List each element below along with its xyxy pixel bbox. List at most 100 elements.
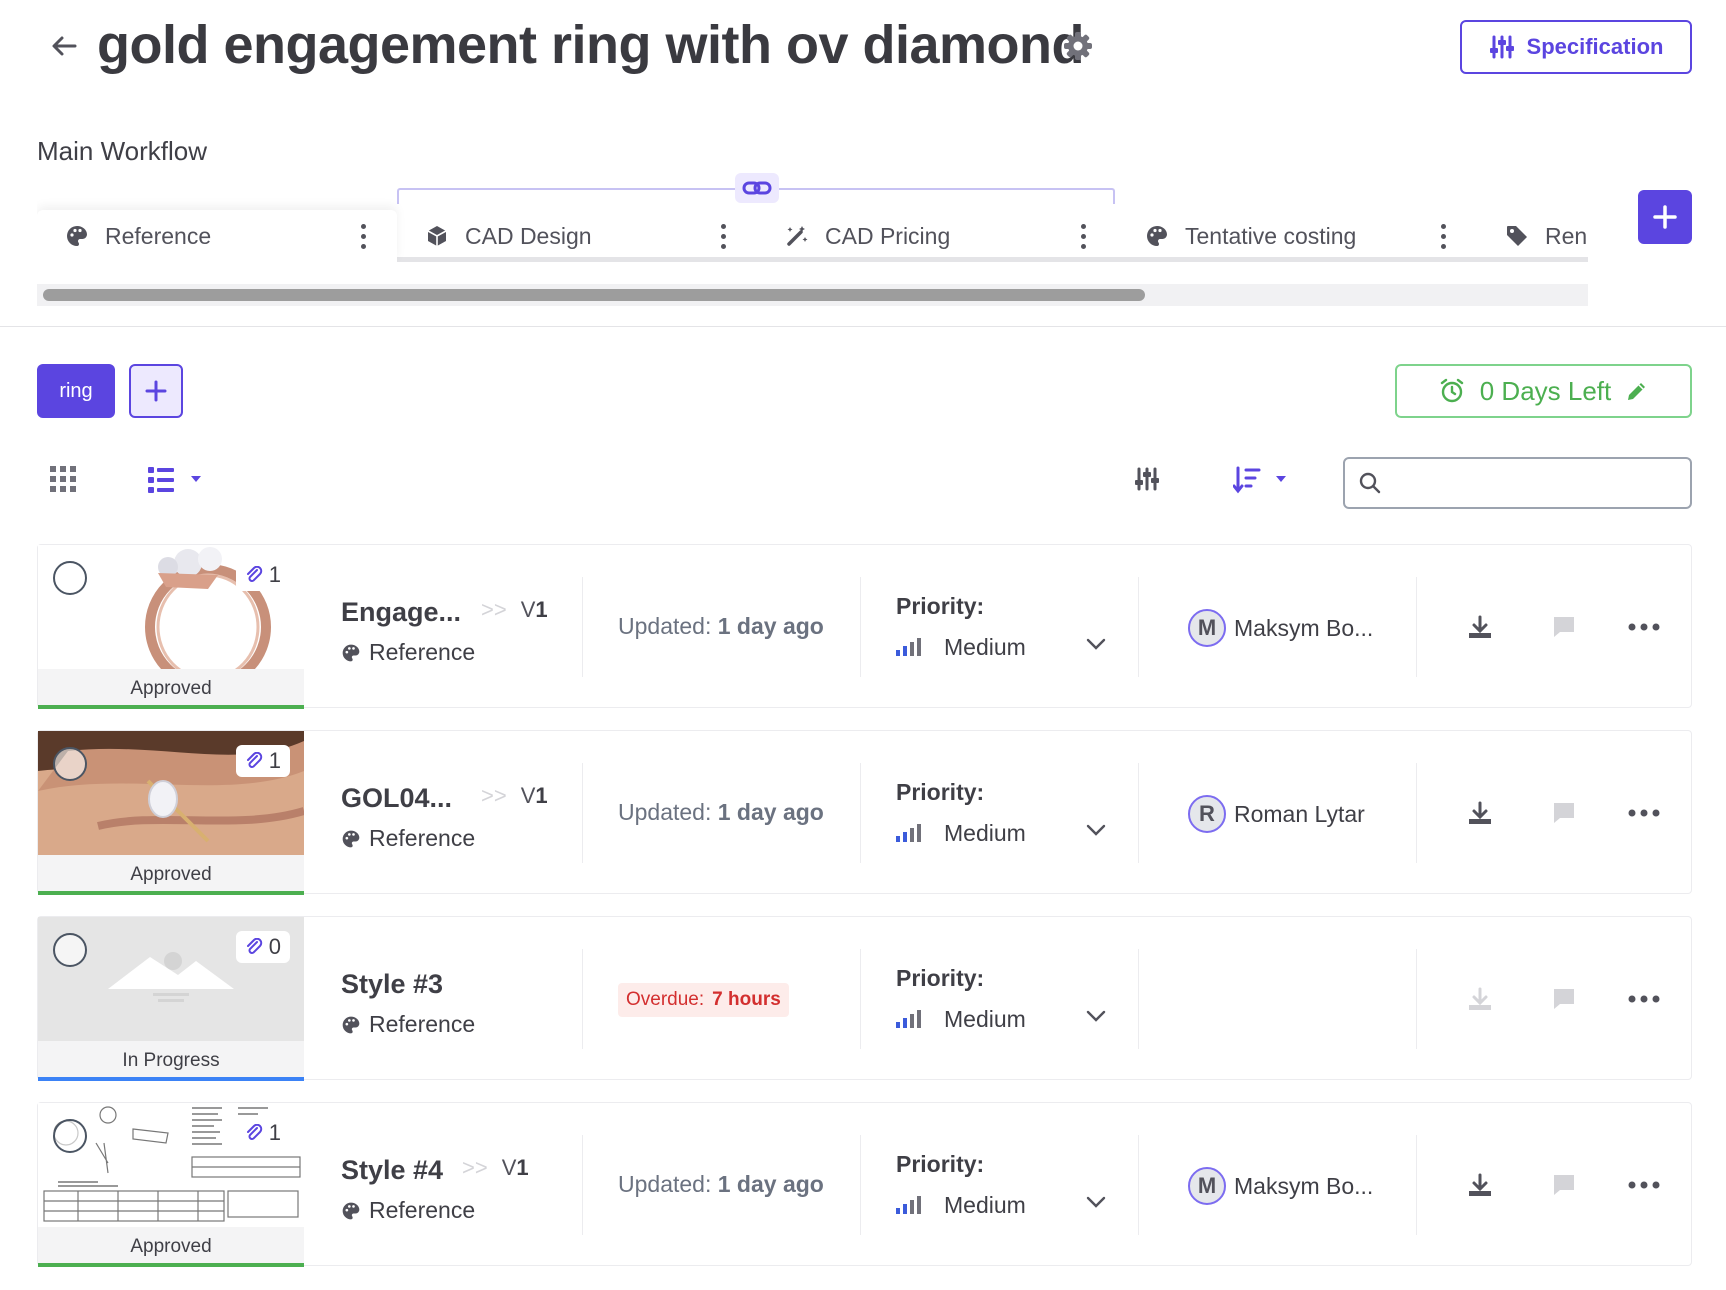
version-indicator[interactable]: >> V1: [462, 1155, 529, 1181]
select-checkbox[interactable]: [53, 561, 87, 595]
tab-reference[interactable]: Reference: [37, 210, 397, 262]
stage-label: Reference: [369, 639, 476, 665]
more-options-icon[interactable]: [1628, 611, 1660, 643]
grid-view-icon[interactable]: [50, 466, 80, 496]
item-name[interactable]: Style #4: [341, 1155, 443, 1186]
more-options-icon[interactable]: [1628, 797, 1660, 829]
add-stage-button[interactable]: [1638, 190, 1692, 244]
palette-icon: [342, 830, 360, 847]
assignee[interactable]: R Roman Lytar: [1188, 795, 1365, 833]
attachments-badge[interactable]: 1: [235, 559, 290, 591]
kebab-menu-icon[interactable]: [721, 224, 727, 250]
item-name[interactable]: GOL04...: [341, 783, 452, 814]
priority-select[interactable]: Medium: [896, 1003, 1106, 1035]
table-row[interactable]: 1 Approved GOL04... >> V1 Reference Upda…: [37, 730, 1692, 895]
deadline-button[interactable]: 0 Days Left: [1395, 364, 1692, 418]
status-badge: Approved: [38, 1227, 304, 1267]
assignee[interactable]: M Maksym Bo...: [1188, 1167, 1373, 1205]
table-row[interactable]: 1 Approved Engage... >> V1 Reference Upd…: [37, 544, 1692, 709]
comment-icon[interactable]: [1548, 797, 1580, 829]
thumbnail-ring-photo[interactable]: 1: [38, 545, 304, 669]
tab-tentative-costing[interactable]: Tentative costing: [1117, 210, 1477, 262]
signal-bars-icon: [896, 1196, 921, 1214]
column-divider: [860, 763, 861, 863]
sort-icon[interactable]: [1232, 466, 1289, 496]
item-name[interactable]: Engage...: [341, 597, 461, 628]
priority-select[interactable]: Medium: [896, 817, 1106, 849]
download-icon[interactable]: [1464, 611, 1496, 643]
tag-chip-ring[interactable]: ring: [37, 364, 115, 418]
filter-sliders-icon[interactable]: [1134, 466, 1164, 496]
attachments-badge[interactable]: 1: [235, 1117, 290, 1149]
kebab-menu-icon[interactable]: [1441, 224, 1447, 250]
magic-wand-icon: [787, 226, 808, 246]
version-indicator[interactable]: >> V1: [481, 783, 548, 809]
tab-cad-pricing[interactable]: CAD Pricing: [757, 210, 1117, 262]
palette-icon: [342, 1016, 360, 1033]
priority-select[interactable]: Medium: [896, 1189, 1106, 1221]
scrollbar-thumb[interactable]: [43, 289, 1145, 301]
download-icon[interactable]: [1464, 1169, 1496, 1201]
download-icon[interactable]: [1464, 797, 1496, 829]
palette-icon: [1147, 226, 1167, 246]
column-divider: [860, 1135, 861, 1235]
attachments-badge[interactable]: 1: [235, 745, 290, 777]
table-row[interactable]: 1 Approved Style #4 >> V1 Reference Upda…: [37, 1102, 1692, 1267]
avatar: M: [1188, 609, 1226, 647]
plus-icon: [1653, 205, 1677, 229]
select-checkbox[interactable]: [53, 1119, 87, 1153]
chevron-down-icon: [1086, 1196, 1106, 1208]
specification-label: Specification: [1526, 34, 1664, 59]
item-name[interactable]: Style #3: [341, 969, 443, 1000]
tab-ren[interactable]: Ren: [1477, 210, 1588, 262]
kebab-menu-icon[interactable]: [361, 224, 367, 250]
attachments-count: 0: [268, 934, 281, 959]
comment-icon[interactable]: [1548, 983, 1580, 1015]
arrow-left-icon: [52, 36, 77, 56]
thumbnail-tech-sheet[interactable]: 1: [38, 1103, 304, 1227]
more-options-icon[interactable]: [1628, 1169, 1660, 1201]
tab-label: CAD Design: [465, 222, 592, 249]
thumbnail-hand-photo[interactable]: 1: [38, 731, 304, 855]
stage-label: Reference: [369, 1011, 476, 1037]
more-options-icon[interactable]: [1628, 983, 1660, 1015]
list-view-icon[interactable]: [148, 466, 204, 496]
specification-button[interactable]: Specification: [1460, 20, 1692, 74]
comment-icon[interactable]: [1548, 611, 1580, 643]
select-checkbox[interactable]: [53, 747, 87, 781]
gear-icon[interactable]: [1062, 30, 1094, 62]
pencil-icon: [1628, 383, 1646, 400]
tab-label: Reference: [105, 222, 212, 249]
version-prefix: V: [520, 597, 536, 622]
paperclip-icon: [246, 566, 262, 582]
column-divider: [1138, 763, 1139, 863]
chevrons-right-icon: >>: [462, 1155, 488, 1180]
version-indicator[interactable]: >> V1: [481, 597, 548, 623]
attachments-badge[interactable]: 0: [235, 931, 290, 963]
version-prefix: V: [520, 783, 536, 808]
status-badge: Approved: [38, 669, 304, 709]
paperclip-icon: [246, 1124, 262, 1140]
assignee[interactable]: M Maksym Bo...: [1188, 609, 1373, 647]
search-input[interactable]: [1391, 471, 1681, 495]
version-number: 1: [516, 1155, 529, 1180]
priority-select[interactable]: Medium: [896, 631, 1106, 663]
tab-cad-design[interactable]: CAD Design: [397, 210, 757, 262]
table-row[interactable]: 0 In Progress Style #3 Reference Overdue…: [37, 916, 1692, 1081]
column-divider: [582, 949, 583, 1049]
palette-icon: [342, 644, 360, 661]
column-divider: [1416, 1135, 1417, 1235]
signal-bars-icon: [896, 824, 921, 842]
kebab-menu-icon[interactable]: [1081, 224, 1087, 250]
search-box[interactable]: [1343, 457, 1692, 509]
item-stage: Reference: [341, 1011, 475, 1038]
column-divider: [1138, 577, 1139, 677]
select-checkbox[interactable]: [53, 933, 87, 967]
comment-icon[interactable]: [1548, 1169, 1580, 1201]
assignee-name: Maksym Bo...: [1234, 614, 1374, 641]
add-tag-button[interactable]: [129, 364, 183, 418]
column-divider: [1416, 763, 1417, 863]
back-button[interactable]: [46, 28, 82, 64]
thumbnail-placeholder[interactable]: 0: [38, 917, 304, 1041]
tab-label: Tentative costing: [1185, 222, 1357, 249]
